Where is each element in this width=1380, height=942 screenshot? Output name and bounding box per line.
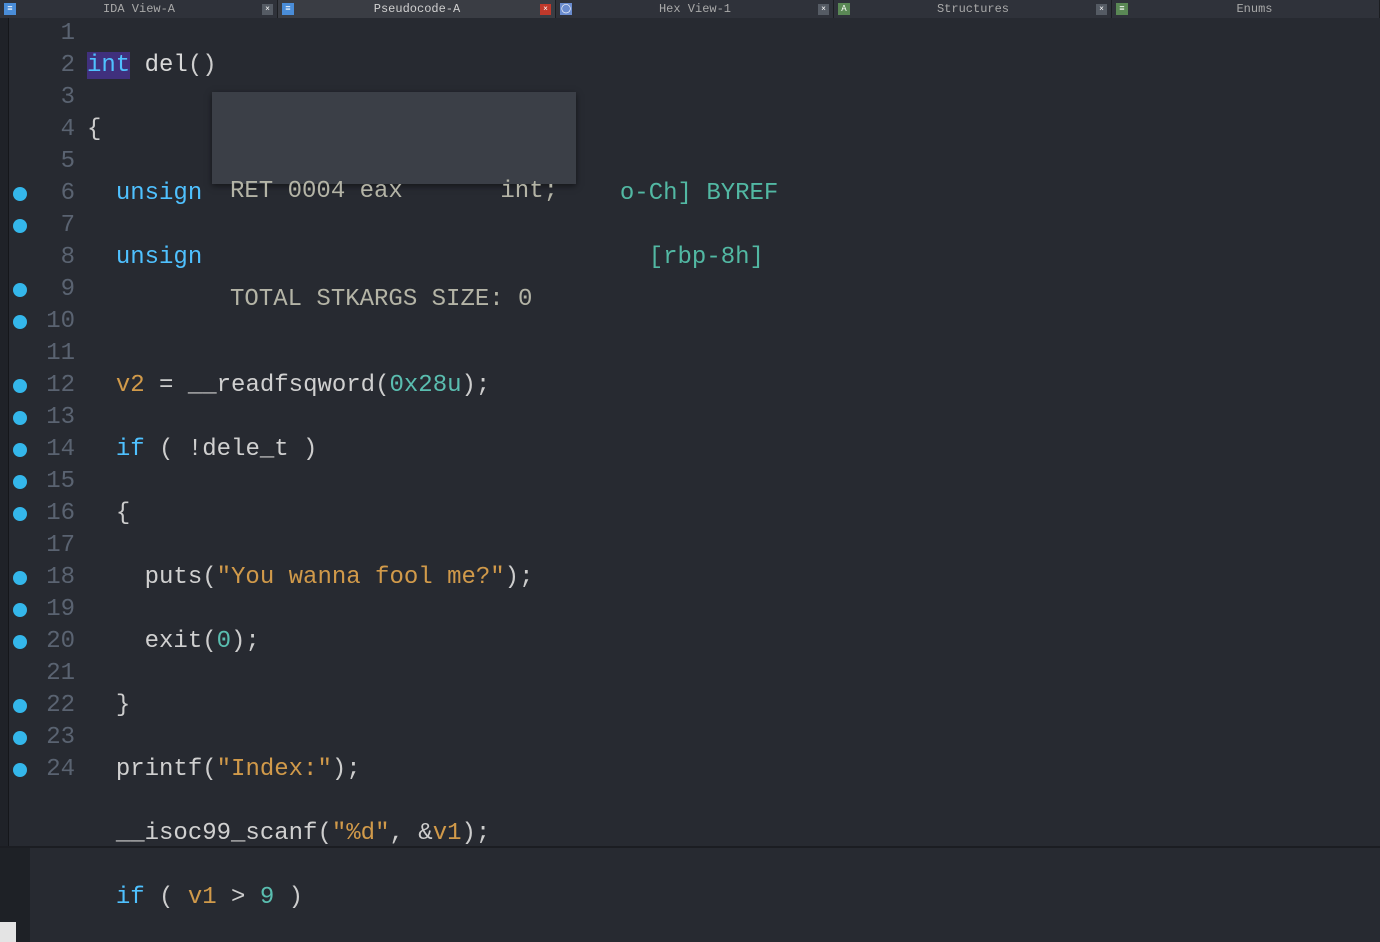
line-number: 24 bbox=[31, 754, 75, 786]
line-number: 13 bbox=[31, 402, 75, 434]
struct-icon: A bbox=[838, 3, 850, 15]
breakpoint-icon[interactable] bbox=[13, 283, 27, 297]
line-number: 6 bbox=[31, 178, 75, 210]
tab-ida-view-a[interactable]: ≡ IDA View-A × bbox=[0, 0, 278, 18]
tab-label: Structures bbox=[856, 0, 1090, 18]
breakpoint-icon[interactable] bbox=[13, 411, 27, 425]
tab-hex-view-1[interactable]: ◯ Hex View-1 × bbox=[556, 0, 834, 18]
breakpoint-gutter[interactable] bbox=[9, 18, 31, 942]
tab-pseudocode-a[interactable]: ≡ Pseudocode-A × bbox=[278, 0, 556, 18]
tab-label: IDA View-A bbox=[22, 0, 256, 18]
code-line[interactable]: if ( !dele_t ) bbox=[87, 434, 1380, 466]
tab-structures[interactable]: A Structures × bbox=[834, 0, 1112, 18]
tab-label: Pseudocode-A bbox=[300, 0, 534, 18]
breakpoint-icon[interactable] bbox=[13, 763, 27, 777]
line-number: 18 bbox=[31, 562, 75, 594]
hex-icon: ◯ bbox=[560, 3, 572, 15]
close-icon[interactable]: × bbox=[1096, 4, 1107, 15]
line-number: 20 bbox=[31, 626, 75, 658]
line-number: 2 bbox=[31, 50, 75, 82]
breakpoint-icon[interactable] bbox=[13, 571, 27, 585]
close-icon[interactable]: × bbox=[540, 4, 551, 15]
line-number: 4 bbox=[31, 114, 75, 146]
line-number: 12 bbox=[31, 370, 75, 402]
line-number: 22 bbox=[31, 690, 75, 722]
breakpoint-icon[interactable] bbox=[13, 475, 27, 489]
breakpoint-icon[interactable] bbox=[13, 635, 27, 649]
code-line[interactable]: int del() bbox=[87, 50, 1380, 82]
tab-label: Hex View-1 bbox=[578, 0, 812, 18]
line-number: 15 bbox=[31, 466, 75, 498]
line-number: 8 bbox=[31, 242, 75, 274]
line-number: 21 bbox=[31, 658, 75, 690]
breakpoint-icon[interactable] bbox=[13, 315, 27, 329]
line-number: 23 bbox=[31, 722, 75, 754]
code-line[interactable]: } bbox=[87, 690, 1380, 722]
enum-icon: ≡ bbox=[1116, 3, 1128, 15]
line-number-gutter: 1 2 3 4 5 6 7 8 9 10 11 12 13 14 15 16 1… bbox=[31, 18, 85, 942]
doc-icon: ≡ bbox=[282, 3, 294, 15]
breakpoint-icon[interactable] bbox=[13, 443, 27, 457]
line-number: 14 bbox=[31, 434, 75, 466]
fold-gutter[interactable] bbox=[0, 18, 9, 942]
close-icon[interactable]: × bbox=[818, 4, 829, 15]
line-number: 10 bbox=[31, 306, 75, 338]
line-number: 1 bbox=[31, 18, 75, 50]
line-number: 3 bbox=[31, 82, 75, 114]
line-number: 19 bbox=[31, 594, 75, 626]
tab-bar: ≡ IDA View-A × ≡ Pseudocode-A × ◯ Hex Vi… bbox=[0, 0, 1380, 18]
code-line[interactable]: exit(0); bbox=[87, 626, 1380, 658]
code-line[interactable]: printf("Index:"); bbox=[87, 754, 1380, 786]
tooltip-text: RET 0004 eax bbox=[230, 174, 403, 210]
breakpoint-icon[interactable] bbox=[13, 731, 27, 745]
code-line[interactable]: { bbox=[87, 498, 1380, 530]
editor: 1 2 3 4 5 6 7 8 9 10 11 12 13 14 15 16 1… bbox=[0, 18, 1380, 942]
line-number: 7 bbox=[31, 210, 75, 242]
hover-tooltip: RET 0004 eax int; TOTAL STKARGS SIZE: 0 bbox=[212, 92, 576, 184]
panel-separator[interactable] bbox=[0, 846, 1380, 848]
tab-label: Enums bbox=[1134, 0, 1375, 18]
tab-enums[interactable]: ≡ Enums bbox=[1112, 0, 1380, 18]
line-number: 11 bbox=[31, 338, 75, 370]
line-number: 17 bbox=[31, 530, 75, 562]
breakpoint-icon[interactable] bbox=[13, 219, 27, 233]
bottom-panel-edge bbox=[0, 848, 30, 942]
close-icon[interactable]: × bbox=[262, 4, 273, 15]
line-number: 5 bbox=[31, 146, 75, 178]
line-number: 16 bbox=[31, 498, 75, 530]
doc-icon: ≡ bbox=[4, 3, 16, 15]
line-number: 9 bbox=[31, 274, 75, 306]
tooltip-text: int; bbox=[500, 174, 558, 210]
tooltip-text: TOTAL STKARGS SIZE: 0 bbox=[230, 282, 558, 318]
breakpoint-icon[interactable] bbox=[13, 507, 27, 521]
code-line[interactable]: if ( v1 > 9 ) bbox=[87, 882, 1380, 914]
breakpoint-icon[interactable] bbox=[13, 379, 27, 393]
panel-corner bbox=[0, 922, 16, 942]
breakpoint-icon[interactable] bbox=[13, 699, 27, 713]
breakpoint-icon[interactable] bbox=[13, 187, 27, 201]
code-line[interactable]: puts("You wanna fool me?"); bbox=[87, 562, 1380, 594]
breakpoint-icon[interactable] bbox=[13, 603, 27, 617]
